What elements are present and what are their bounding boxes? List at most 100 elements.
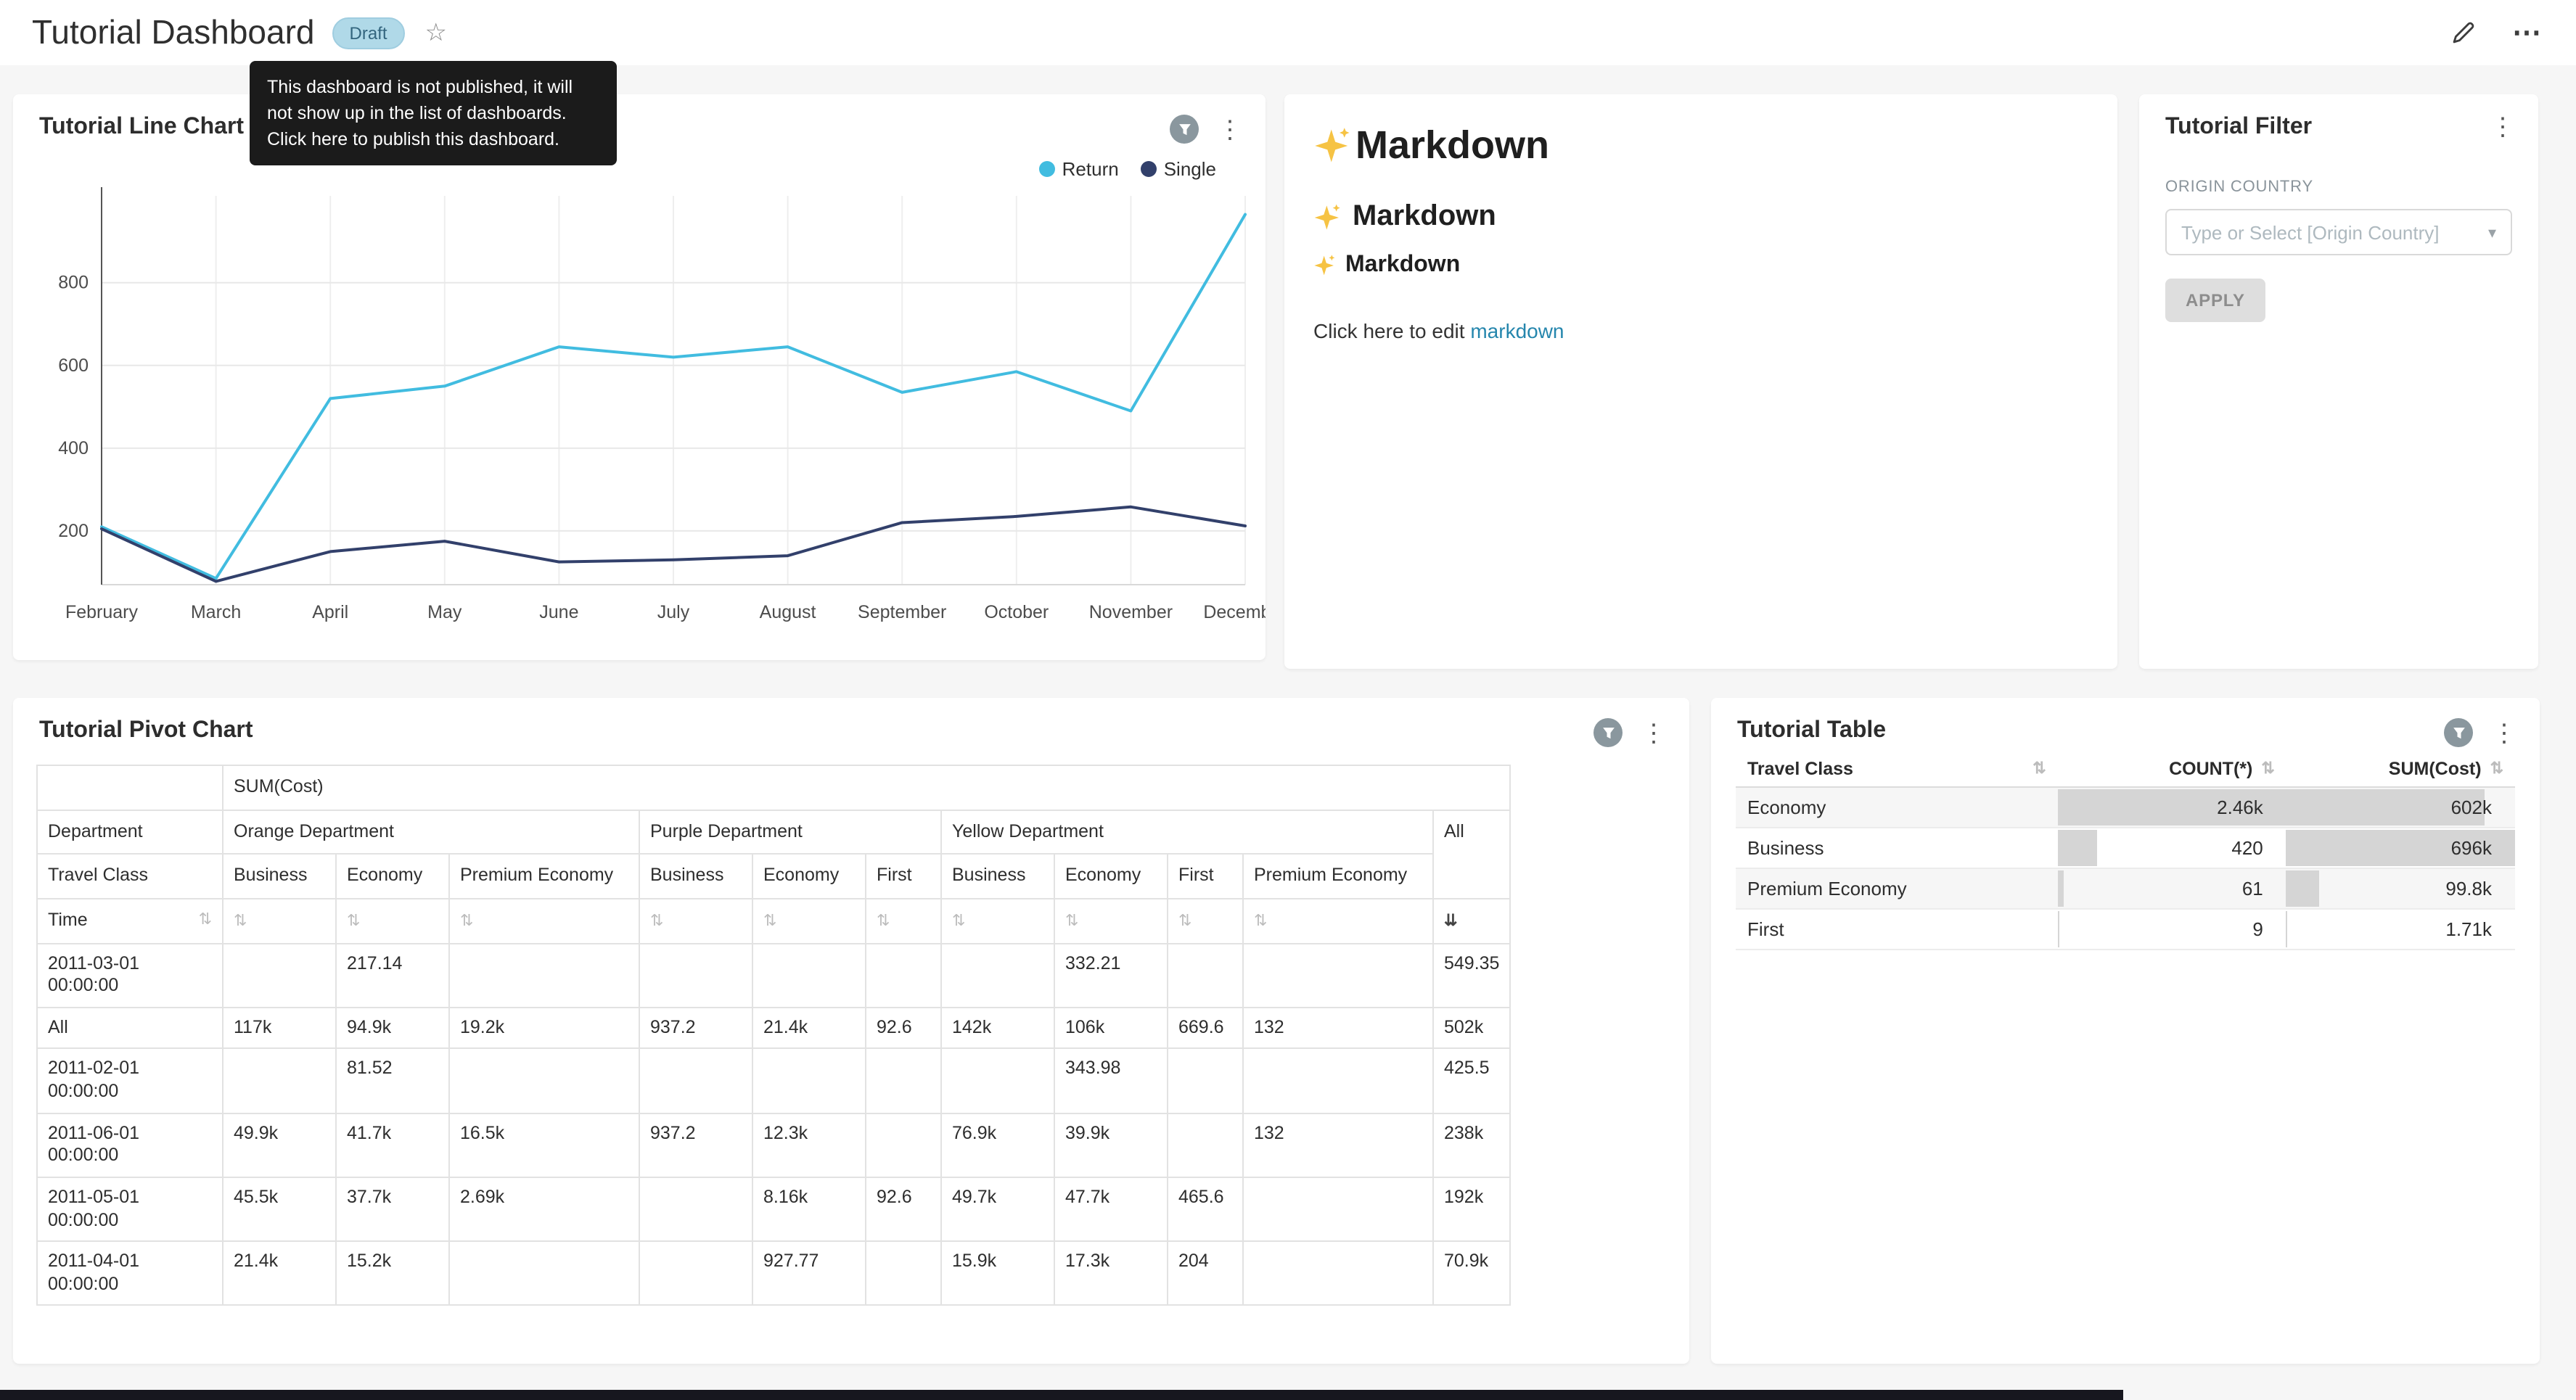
pivot-value-cell: 92.6 (866, 1177, 941, 1242)
favorite-star-icon[interactable]: ☆ (425, 20, 448, 45)
pivot-value-cell: 937.2 (639, 1113, 752, 1177)
sparkles-icon (1313, 254, 1337, 277)
pivot-value-cell (639, 1049, 752, 1113)
pivot-value-cell (866, 1049, 941, 1113)
sort-icon: ⇅ (2261, 761, 2274, 777)
cell-count[interactable]: 61 (2058, 868, 2286, 909)
cell-value: 9 (2252, 918, 2274, 940)
filter-indicator-icon[interactable] (2444, 718, 2473, 747)
sort-icon: ⇅ (2490, 761, 2503, 777)
legend-label: Single (1164, 158, 1216, 180)
pivot-row: 2011-06-01 00:00:0049.9k41.7k16.5k937.21… (37, 1113, 1510, 1177)
sort-icon[interactable]: ⇅ (650, 913, 663, 930)
markdown-paragraph: Click here to edit markdown (1313, 319, 2088, 342)
x-axis-tick-label: July (657, 602, 690, 622)
pivot-value-cell: 76.9k (941, 1113, 1054, 1177)
kebab-menu-icon[interactable]: ⋮ (2492, 720, 2516, 745)
cell-sum[interactable]: 602k (2286, 787, 2515, 828)
sort-icon[interactable]: ⇅ (877, 913, 890, 930)
pivot-all-header: All (1433, 810, 1510, 899)
markdown-heading-1: Markdown (1313, 123, 2088, 168)
pivot-class-header: Economy (752, 855, 866, 899)
column-header-2[interactable]: SUM(Cost)⇅ (2286, 752, 2515, 787)
cell-travel-class[interactable]: Economy (1736, 787, 2058, 828)
filter-indicator-icon[interactable] (1170, 115, 1199, 144)
pivot-value-cell: 465.6 (1168, 1177, 1243, 1242)
tutorial-table: Travel Class⇅COUNT(*)⇅SUM(Cost)⇅ Economy… (1736, 752, 2515, 950)
sort-icon[interactable]: ⇅ (460, 913, 473, 930)
x-axis-tick-label: March (191, 602, 241, 622)
x-axis-tick-label: April (312, 602, 348, 622)
sort-icon[interactable]: ⇅ (1065, 913, 1078, 930)
kebab-menu-icon[interactable]: ⋮ (1641, 720, 1666, 745)
pivot-row-label: 2011-05-01 00:00:00 (37, 1177, 223, 1242)
pivot-class-header: First (1168, 855, 1243, 899)
pivot-sort-cell: ⇅ (449, 899, 639, 943)
dashboard-header: Tutorial Dashboard Draft ☆ ⋯ (0, 0, 2576, 65)
markdown-card: Markdown Markdown Markdown Click here to… (1284, 94, 2117, 669)
pivot-value-cell: 81.52 (336, 1049, 449, 1113)
cell-sum[interactable]: 1.71k (2286, 909, 2515, 950)
cell-count[interactable]: 2.46k (2058, 787, 2286, 828)
cell-travel-class[interactable]: Business (1736, 828, 2058, 868)
filter-card: Tutorial Filter ⋮ ORIGIN COUNTRY Type or… (2139, 94, 2538, 669)
apply-button[interactable]: APPLY (2165, 279, 2265, 322)
pivot-value-cell: 238k (1433, 1113, 1510, 1177)
edit-pencil-icon[interactable] (2450, 19, 2477, 46)
pivot-value-cell (1243, 1177, 1433, 1242)
cell-travel-class[interactable]: First (1736, 909, 2058, 950)
cell-value: 61 (2242, 878, 2275, 899)
sort-icon[interactable]: ⇅ (199, 913, 212, 928)
pivot-table-wrap: SUM(Cost)DepartmentOrange DepartmentPurp… (36, 765, 1511, 1306)
sort-icon[interactable]: ⇅ (347, 913, 360, 930)
publish-tooltip[interactable]: This dashboard is not published, it will… (250, 61, 617, 166)
x-axis-tick-label: February (65, 602, 139, 622)
column-label: COUNT(*) (2169, 759, 2252, 779)
x-axis-tick-label: September (858, 602, 946, 622)
draft-badge[interactable]: Draft (332, 17, 405, 49)
cell-value: 420 (2231, 837, 2274, 859)
line-chart-svg: 200400600800FebruaryMarchAprilMayJuneJul… (13, 181, 1266, 660)
pivot-class-header: Economy (1054, 855, 1168, 899)
column-header-0[interactable]: Travel Class⇅ (1736, 752, 2058, 787)
pivot-sort-cell: ⇅ (866, 899, 941, 943)
pivot-value-cell (449, 1241, 639, 1306)
cell-sum[interactable]: 99.8k (2286, 868, 2515, 909)
pivot-value-cell: 49.9k (223, 1113, 336, 1177)
cell-count[interactable]: 420 (2058, 828, 2286, 868)
sort-desc-icon[interactable]: ⇊ (1444, 913, 1457, 930)
sort-icon[interactable]: ⇅ (1178, 913, 1191, 930)
legend-dot-icon (1141, 161, 1157, 177)
cell-sum[interactable]: 696k (2286, 828, 2515, 868)
pivot-department-header: Purple Department (639, 810, 941, 854)
tutorial-table-head-row: Travel Class⇅COUNT(*)⇅SUM(Cost)⇅ (1736, 752, 2515, 787)
sort-icon[interactable]: ⇅ (763, 913, 776, 930)
value-bar (2058, 830, 2097, 866)
kebab-menu-icon[interactable]: ⋮ (1218, 117, 1242, 141)
sort-icon[interactable]: ⇅ (234, 913, 247, 930)
pivot-value-cell (1243, 943, 1433, 1008)
pivot-table: SUM(Cost)DepartmentOrange DepartmentPurp… (36, 765, 1511, 1306)
value-bar (2058, 870, 2064, 907)
pivot-value-cell: 8.16k (752, 1177, 866, 1242)
more-ellipsis-icon[interactable]: ⋯ (2512, 18, 2541, 47)
pivot-value-cell (1168, 1049, 1243, 1113)
markdown-edit-link[interactable]: markdown (1470, 319, 1564, 342)
pivot-value-cell: 37.7k (336, 1177, 449, 1242)
column-header-1[interactable]: COUNT(*) ⇅ (2058, 752, 2286, 787)
cell-count[interactable]: 9 (2058, 909, 2286, 950)
pivot-value-cell (223, 1049, 336, 1113)
pivot-value-cell: 94.9k (336, 1008, 449, 1049)
filter-indicator-icon[interactable] (1593, 718, 1623, 747)
x-axis-tick-label: June (539, 602, 578, 622)
kebab-menu-icon[interactable]: ⋮ (2490, 115, 2515, 139)
sort-icon[interactable]: ⇅ (1254, 913, 1267, 930)
origin-country-select[interactable]: Type or Select [Origin Country] ▾ (2165, 209, 2512, 255)
cell-travel-class[interactable]: Premium Economy (1736, 868, 2058, 909)
legend-item-single[interactable]: Single (1141, 158, 1216, 180)
pivot-value-cell (866, 1241, 941, 1306)
legend-item-return[interactable]: Return (1039, 158, 1119, 180)
sort-icon[interactable]: ⇅ (952, 913, 965, 930)
cell-value: 1.71k (2445, 918, 2503, 940)
y-axis-tick-label: 200 (58, 521, 89, 541)
